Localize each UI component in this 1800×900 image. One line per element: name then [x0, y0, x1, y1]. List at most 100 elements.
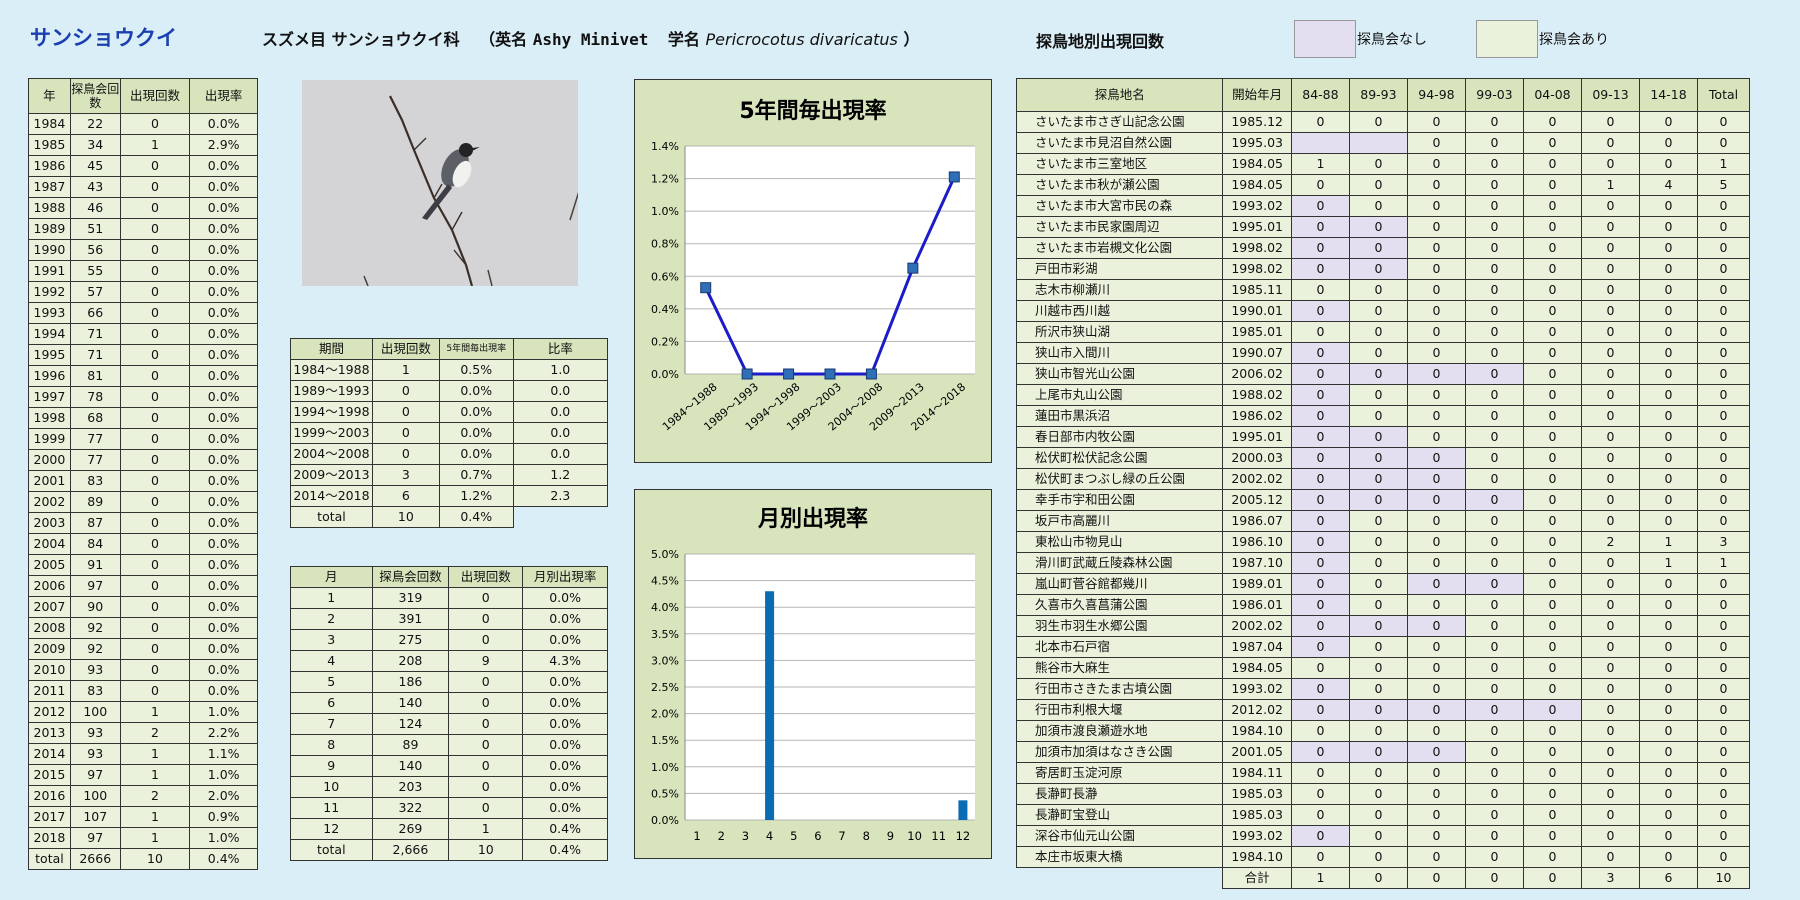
- col-count: 出現回数: [119, 78, 191, 114]
- table-cell: 0: [119, 197, 191, 219]
- site-row: 川越市西川越 1990.01 0 0 0 0 0 0 0 0: [1015, 300, 1750, 322]
- chart-title: 5年間毎出現率: [739, 98, 886, 124]
- table-cell: 0.9%: [189, 806, 258, 828]
- site-name: 加須市加須はなさき公園: [1015, 741, 1224, 763]
- table-cell: 319: [371, 587, 450, 609]
- table-cell: 1999: [28, 428, 71, 450]
- table-cell: 2014～2018: [290, 485, 373, 507]
- total-cell: 2,666: [371, 839, 450, 861]
- table-cell: 56: [69, 239, 121, 261]
- table-cell: 1984: [28, 113, 71, 135]
- table-cell: 78: [69, 386, 121, 408]
- site-count: 0: [1290, 510, 1350, 532]
- table-row: 1988 46 0 0.0%: [28, 197, 258, 219]
- table-cell: 1.1%: [189, 743, 258, 765]
- table-row: 2008 92 0 0.0%: [28, 617, 258, 639]
- order-family: スズメ目 サンショウクイ科: [262, 30, 460, 49]
- site-count: 0: [1464, 489, 1524, 511]
- table-cell: 1993: [28, 302, 71, 324]
- site-count: 0: [1580, 804, 1641, 826]
- table-cell: 0.0%: [522, 797, 608, 819]
- site-count: 0: [1522, 258, 1582, 280]
- table-cell: 83: [69, 470, 121, 492]
- col-month-count: 出現回数: [448, 566, 524, 588]
- site-count: 0: [1697, 762, 1750, 784]
- site-count: 0: [1406, 363, 1466, 385]
- site-count: 0: [1348, 573, 1408, 595]
- table-cell: 0: [119, 176, 191, 198]
- table-row: 2014 93 1 1.1%: [28, 743, 258, 765]
- table-cell: 92: [69, 617, 121, 639]
- table-row: 2005 91 0 0.0%: [28, 554, 258, 576]
- table-row: 2006 97 0 0.0%: [28, 575, 258, 597]
- table-cell: 0: [119, 512, 191, 534]
- table-cell: 4: [290, 650, 373, 672]
- site-count: 0: [1290, 321, 1350, 343]
- site-count: 0: [1638, 258, 1699, 280]
- table-cell: 0: [119, 281, 191, 303]
- col-year: 年: [28, 78, 71, 114]
- table-row: 1999 77 0 0.0%: [28, 428, 258, 450]
- site-count: 0: [1638, 741, 1699, 763]
- bird-illustration: [302, 80, 581, 287]
- site-count: 0: [1464, 132, 1524, 154]
- site-count: 0: [1290, 594, 1350, 616]
- total-row: total 2666 10 0.4%: [28, 848, 258, 870]
- site-name: 北本市石戸宿: [1015, 636, 1224, 658]
- site-name: さいたま市大宮市民の森: [1015, 195, 1224, 217]
- table-cell: 34: [69, 134, 121, 156]
- site-count: 0: [1580, 510, 1641, 532]
- site-count: 0: [1638, 762, 1699, 784]
- table-row: 2012 100 1 1.0%: [28, 701, 258, 723]
- table-cell: 0.0%: [522, 629, 608, 651]
- table-cell: 0.0%: [189, 302, 258, 324]
- site-count: 0: [1697, 594, 1750, 616]
- table-row: 1990 56 0 0.0%: [28, 239, 258, 261]
- table-row: 7 124 0 0.0%: [290, 713, 608, 735]
- table-cell: 10: [290, 776, 373, 798]
- site-count: 0: [1406, 384, 1466, 406]
- total-cell: 0.4%: [189, 848, 258, 870]
- table-cell: 1984～1988: [290, 359, 373, 381]
- site-start: 1985.03: [1222, 804, 1292, 826]
- site-count: 4: [1638, 174, 1699, 196]
- table-cell: 2: [119, 785, 191, 807]
- table-cell: 0.0%: [189, 617, 258, 639]
- table-row: 2007 90 0 0.0%: [28, 596, 258, 618]
- site-count: 0: [1580, 363, 1641, 385]
- table-row: 1991 55 0 0.0%: [28, 260, 258, 282]
- site-count: 0: [1348, 279, 1408, 301]
- y-tick-label: 4.5%: [651, 575, 679, 588]
- table-row: 2011 83 0 0.0%: [28, 680, 258, 702]
- bird-photo: [302, 80, 581, 287]
- table-row: 1987 43 0 0.0%: [28, 176, 258, 198]
- site-count: 1: [1580, 174, 1641, 196]
- site-start: 1984.05: [1222, 657, 1292, 679]
- table-row: 1993 66 0 0.0%: [28, 302, 258, 324]
- total-row: total 2,666 10 0.4%: [290, 839, 608, 861]
- site-count: 0: [1348, 636, 1408, 658]
- table-cell: 2004: [28, 533, 71, 555]
- table-cell: 6: [290, 692, 373, 714]
- table-cell: 55: [69, 260, 121, 282]
- site-count: 0: [1697, 489, 1750, 511]
- table-cell: 1: [119, 764, 191, 786]
- x-tick-label: 10: [907, 829, 922, 843]
- site-count: 0: [1406, 405, 1466, 427]
- table-cell: 2: [290, 608, 373, 630]
- site-row: 加須市渡良瀬遊水地 1984.10 0 0 0 0 0 0 0 0: [1015, 720, 1750, 742]
- table-cell: 1: [119, 701, 191, 723]
- site-count: 0: [1522, 825, 1582, 847]
- scientific-label: 学名: [667, 30, 700, 49]
- site-count: 1: [1697, 552, 1750, 574]
- period-rate-chart-box: 5年間毎出現率 0.0% 0.2% 0.4% 0.6% 0.8% 1.0% 1.2% 1.4% 1…: [634, 79, 992, 463]
- table-cell: 2008: [28, 617, 71, 639]
- table-cell: 1994～1998: [290, 401, 373, 423]
- table-cell: 1: [448, 818, 524, 840]
- site-count: 0: [1522, 699, 1582, 721]
- table-cell: 0: [119, 260, 191, 282]
- site-row: 深谷市仙元山公園 1993.02 0 0 0 0 0 0 0 0: [1015, 825, 1750, 847]
- site-start: 1985.03: [1222, 783, 1292, 805]
- site-count: 0: [1522, 678, 1582, 700]
- site-count: 0: [1580, 216, 1641, 238]
